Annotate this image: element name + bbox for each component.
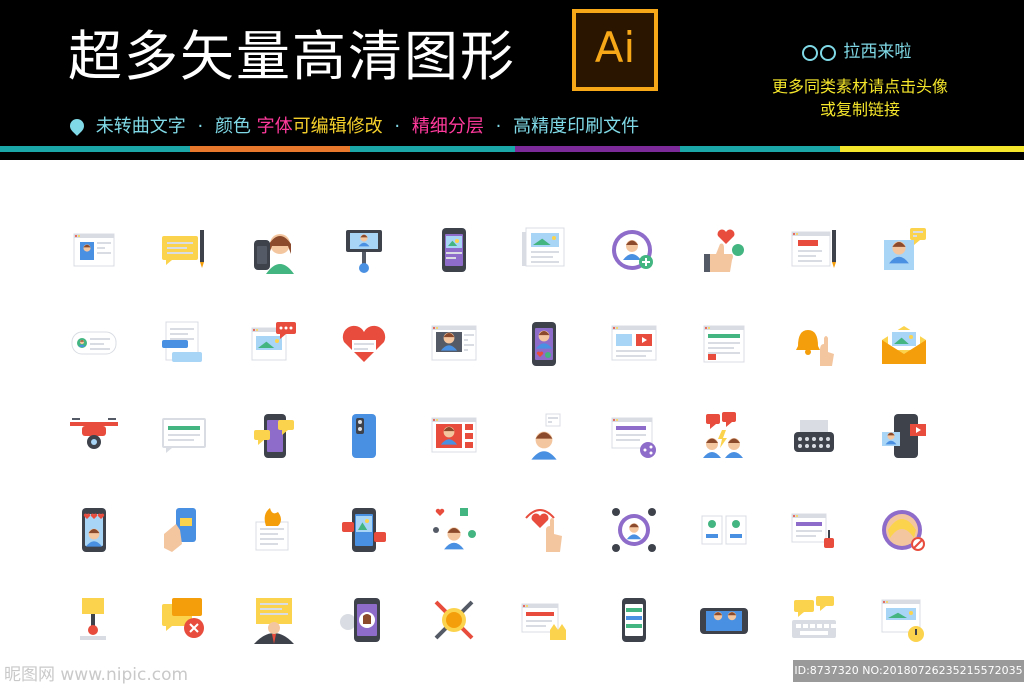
typewriter-icon: [794, 420, 834, 452]
smartphone-image-icon: [442, 228, 466, 272]
add-user-icon: [612, 230, 653, 270]
phone-woman-icon: [254, 234, 294, 274]
separator: ·: [394, 116, 401, 137]
user-network-icon: [612, 508, 656, 552]
chat-bubbles-icon: [162, 321, 202, 362]
businessman-sign-icon: [254, 598, 294, 644]
brand-name: 拉西来啦: [843, 42, 912, 62]
landscape-phone-video-icon: [700, 608, 748, 634]
promo-line-2: 或复制链接: [819, 100, 900, 119]
contact-cards-icon: [701, 515, 747, 545]
user-chat-icon: [884, 228, 926, 270]
phone-user-like-icon: [532, 322, 556, 366]
user-share-like-icon: [433, 508, 476, 550]
phone-chat-list-icon: [622, 598, 646, 642]
phone-chat-icon: [254, 414, 294, 458]
image-message-icon: [251, 322, 296, 361]
phone-hearts-icon: [82, 508, 106, 552]
location-pin-icon: [67, 116, 87, 136]
separator: ·: [197, 116, 204, 137]
shopping-webpage-icon: [703, 325, 745, 363]
color-bar-segment: [680, 146, 840, 152]
profile-card-icon: [73, 233, 115, 267]
promo-line-1: 更多同类素材请点击头像: [771, 77, 948, 96]
video-webpage-icon: [611, 325, 657, 361]
drone-camera-icon: [70, 418, 118, 449]
contact-card-icon: [71, 331, 117, 355]
document-pencil-icon: [791, 230, 836, 268]
feature-font: 字体: [256, 116, 293, 137]
webpage-coffee-icon: [791, 513, 834, 548]
illustrator-logo: Ai: [572, 9, 658, 91]
phone-video-share-icon: [882, 414, 926, 458]
color-bar-segment: [350, 146, 515, 152]
burning-message-icon: [255, 508, 289, 551]
medal-tools-icon: [434, 600, 474, 640]
brand-link[interactable]: 拉西来啦: [802, 37, 911, 62]
user-thinking-icon: [531, 413, 561, 460]
like-heart-add-icon: [704, 229, 744, 272]
notification-bell-icon: [796, 330, 834, 366]
ai-logo-text: Ai: [594, 23, 636, 72]
touch-heart-icon: [525, 509, 562, 552]
feature-list: 未转曲文字 · 颜色 字体可编辑修改 · 精细分层 · 高精度印刷文件: [67, 112, 640, 138]
image-documents-icon: [522, 227, 565, 267]
feature-layers: 精细分层: [411, 116, 484, 137]
feature-print: 高精度印刷文件: [513, 116, 640, 137]
hand-phone-mail-icon: [164, 508, 196, 552]
phone-podcast-icon: [340, 598, 380, 642]
link-icon: [802, 45, 818, 61]
color-bar-segment: [840, 146, 1024, 152]
sticky-note-pencil-icon: [162, 230, 204, 268]
phone-image-likes-icon: [342, 508, 386, 552]
webpage-crown-icon: [521, 603, 566, 640]
color-bar-segment: [190, 146, 350, 152]
separator: ·: [495, 116, 502, 137]
header-banner: 超多矢量高清图形 Ai 未转曲文字 · 颜色 字体可编辑修改 · 精细分层 · …: [0, 0, 1024, 160]
webpage-timer-icon: [881, 599, 924, 642]
feature-outlined-text: 未转曲文字: [95, 116, 186, 137]
arrow-circle-icon: [820, 45, 836, 61]
keyboard-message-icon: [792, 596, 836, 638]
color-bar-segment: [0, 146, 190, 152]
video-call-screen-icon: [431, 325, 477, 361]
user-blocked-icon: [882, 510, 925, 551]
messages-cancel-icon: [162, 598, 204, 638]
selfie-stick-icon: [346, 230, 382, 273]
feature-color: 颜色: [214, 116, 251, 137]
page-title: 超多矢量高清图形: [68, 25, 516, 88]
phone-cover-icon: [352, 414, 376, 458]
color-bar-segment: [515, 146, 680, 152]
nipic-watermark: 昵图网 www.nipic.com: [4, 665, 189, 685]
group-chat-alert-icon: [703, 412, 743, 458]
share-webpage-icon: [611, 417, 656, 458]
message-bubble-icon: [162, 418, 206, 453]
heart-message-icon: [342, 325, 386, 362]
video-gallery-icon: [431, 417, 477, 453]
feature-editable: 可编辑修改: [292, 116, 383, 137]
email-image-icon: [882, 326, 926, 364]
id-watermark: ID:8737320 NO:20180726235215572035: [793, 660, 1024, 682]
promo-text: 更多同类素材请点击头像 或复制链接: [740, 75, 980, 121]
sign-post-icon: [80, 598, 106, 640]
